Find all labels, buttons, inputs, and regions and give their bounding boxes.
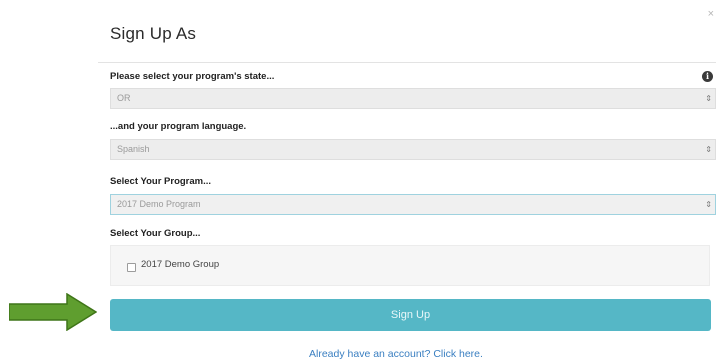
login-link[interactable]: Already have an account? Click here.: [309, 348, 483, 360]
checkbox-icon[interactable]: [127, 263, 136, 272]
language-select-value: Spanish: [117, 144, 150, 154]
group-list: 2017 Demo Group: [110, 245, 710, 286]
select-caret-icon: ⇕: [705, 200, 712, 209]
select-caret-icon: ⇕: [705, 145, 712, 154]
state-select[interactable]: OR ⇕: [110, 88, 716, 109]
program-select[interactable]: 2017 Demo Program ⇕: [110, 194, 716, 215]
header-divider: [98, 62, 716, 63]
select-caret-icon: ⇕: [705, 94, 712, 103]
signup-button[interactable]: Sign Up: [110, 299, 711, 331]
group-option-label[interactable]: 2017 Demo Group: [141, 259, 219, 270]
state-select-value: OR: [117, 93, 131, 103]
state-label: Please select your program's state...: [110, 71, 275, 82]
modal-title: Sign Up As: [110, 24, 197, 43]
language-select[interactable]: Spanish ⇕: [110, 139, 716, 160]
language-label: ...and your program language.: [110, 121, 247, 132]
program-select-value: 2017 Demo Program: [117, 199, 201, 209]
close-icon[interactable]: ×: [708, 8, 714, 20]
green-arrow-icon: [9, 293, 97, 331]
info-icon[interactable]: i: [702, 71, 713, 82]
group-label: Select Your Group...: [110, 228, 201, 239]
program-label: Select Your Program...: [110, 176, 212, 187]
